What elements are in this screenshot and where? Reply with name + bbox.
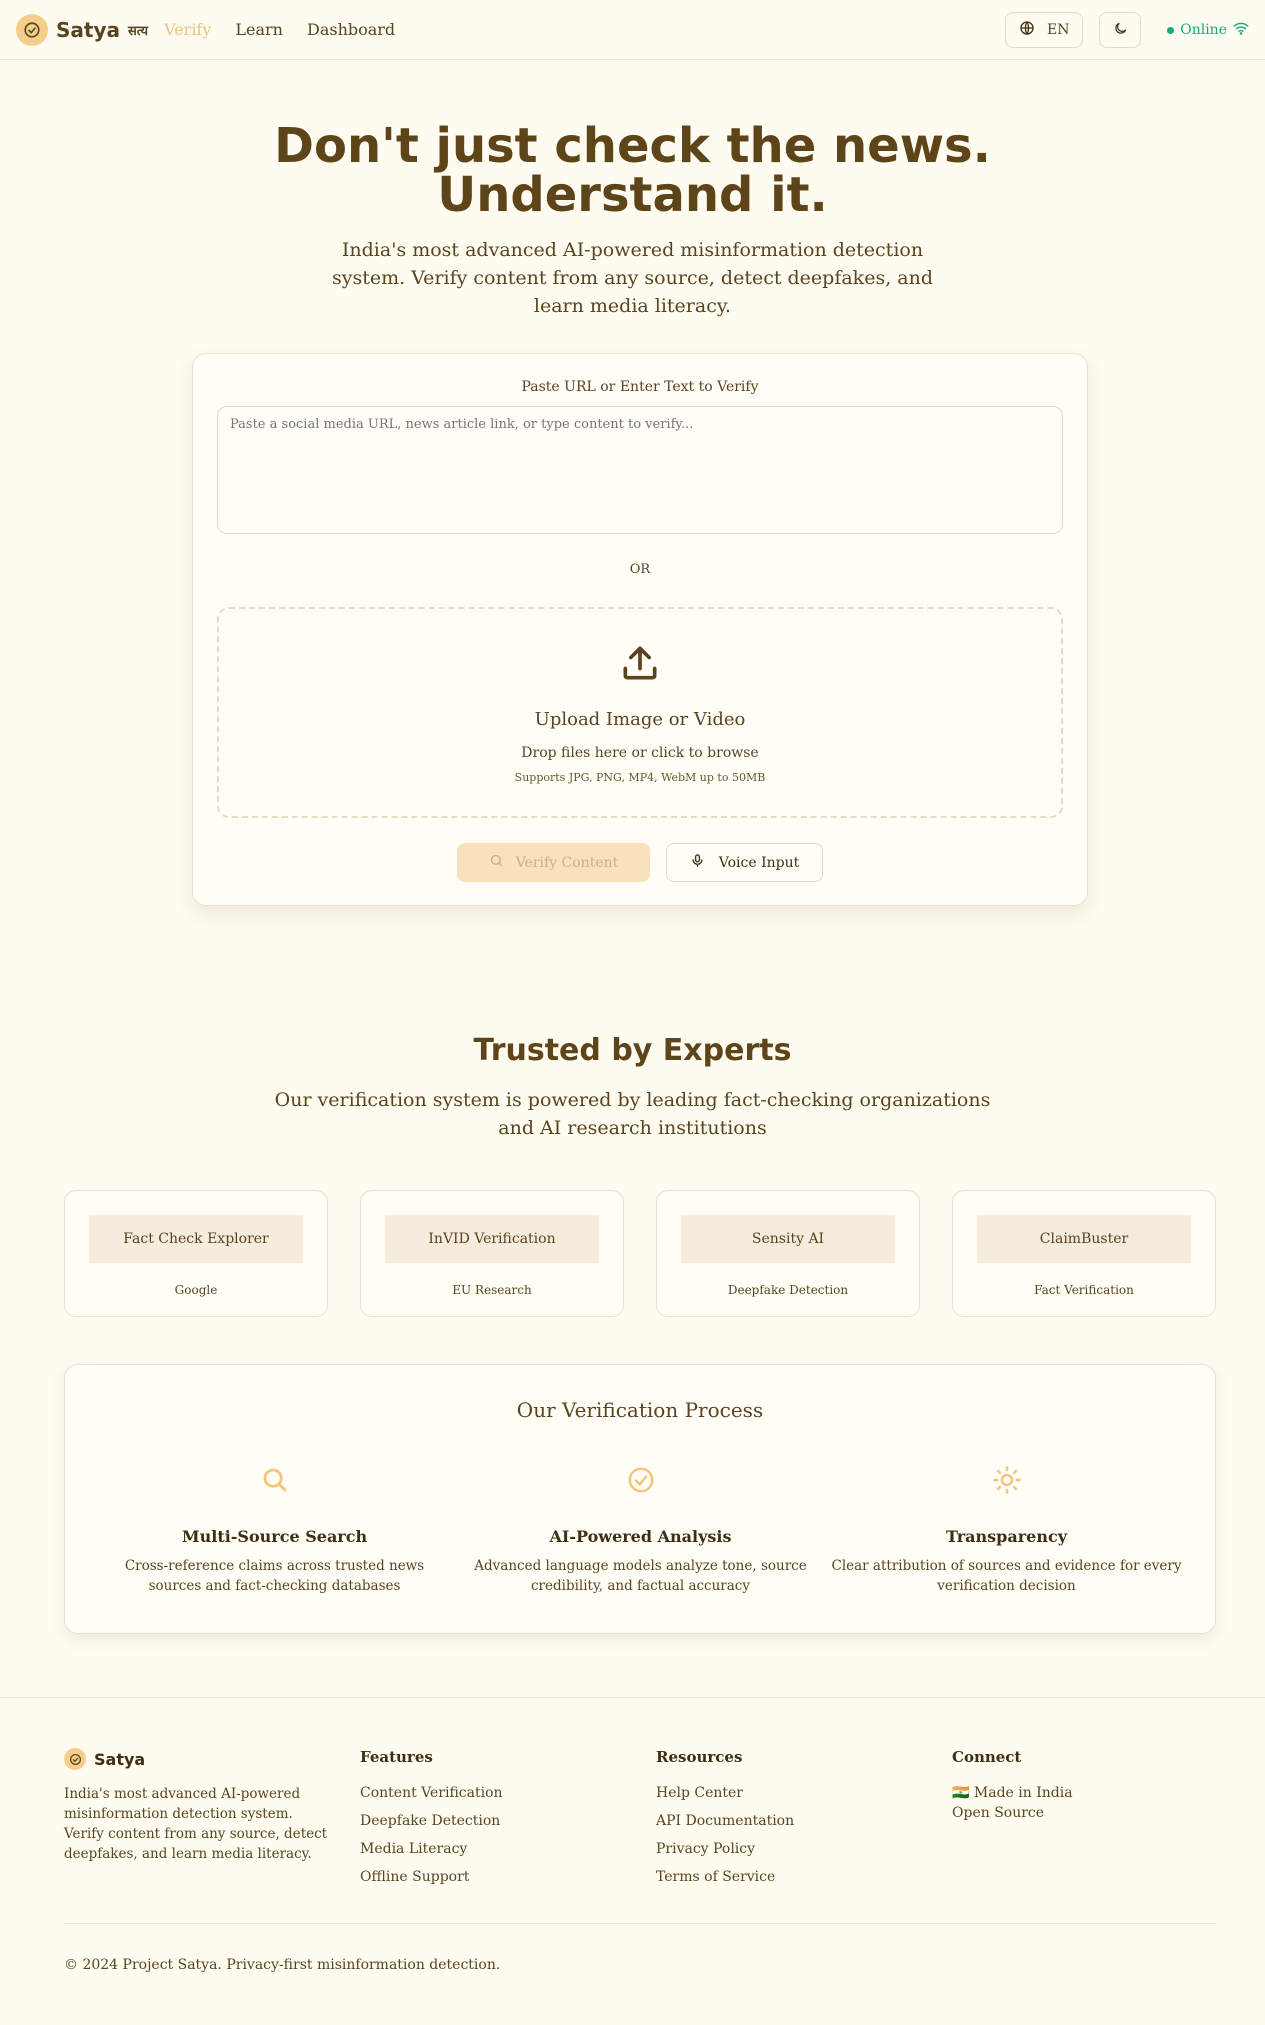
upload-title: Upload Image or Video (534, 709, 746, 730)
nav-link-learn[interactable]: Learn (235, 20, 283, 39)
footer-brand-name: Satya (94, 1749, 146, 1769)
logo-check-icon (64, 1748, 86, 1770)
nav-link-dashboard[interactable]: Dashboard (307, 20, 395, 39)
footer-link[interactable]: API Documentation (656, 1812, 926, 1830)
theme-toggle-button[interactable] (1099, 12, 1142, 48)
partner-org: EU Research (452, 1283, 532, 1297)
footer-link[interactable]: Deepfake Detection (360, 1812, 630, 1830)
upload-note: Supports JPG, PNG, MP4, WebM up to 50MB (514, 771, 766, 784)
footer-features-column: Features Content Verification Deepfake D… (360, 1748, 630, 1886)
process-step: AI-Powered Analysis Advanced language mo… (463, 1465, 818, 1596)
partner-card: Fact Check Explorer Google (64, 1190, 328, 1317)
wifi-icon (1233, 21, 1249, 39)
footer-link[interactable]: Help Center (656, 1784, 926, 1802)
verification-process-card: Our Verification Process Multi-Source Se… (64, 1364, 1216, 1634)
microphone-icon (690, 853, 705, 872)
check-circle-icon (463, 1465, 818, 1499)
hero-subtitle: India's most advanced AI-powered misinfo… (331, 239, 933, 317)
upload-dropzone[interactable]: Upload Image or Video Drop files here or… (217, 607, 1063, 818)
hero-title-line2: Understand it. (437, 167, 828, 223)
verify-text-input[interactable] (217, 406, 1063, 534)
brand-sub: सत्य (128, 23, 149, 39)
footer-link[interactable]: Terms of Service (656, 1868, 926, 1886)
verify-content-button[interactable]: Verify Content (457, 843, 650, 882)
footer-link[interactable]: Content Verification (360, 1784, 630, 1802)
process-step: Transparency Clear attribution of source… (829, 1465, 1184, 1596)
step-description: Advanced language models analyze tone, s… (474, 1558, 807, 1594)
upload-description: Drop files here or click to browse (521, 745, 759, 761)
search-icon (489, 853, 504, 872)
language-button[interactable]: EN (1005, 12, 1084, 48)
sun-icon (829, 1465, 1184, 1499)
upload-icon (219, 641, 1061, 685)
trusted-subtitle: Our verification system is powered by le… (274, 1089, 991, 1139)
step-title: AI-Powered Analysis (549, 1527, 732, 1546)
footer-divider (0, 1697, 1265, 1698)
nav-links: Verify Learn Dashboard (164, 20, 395, 39)
partner-org: Deepfake Detection (727, 1283, 849, 1297)
partner-card: InVID Verification EU Research (360, 1190, 624, 1317)
footer-brand: Satya (64, 1748, 334, 1770)
footer-link[interactable]: Media Literacy (360, 1840, 630, 1858)
footer-features-title: Features (360, 1748, 433, 1766)
partner-org: Google (174, 1283, 218, 1297)
process-title: Our Verification Process (516, 1398, 764, 1422)
step-description: Cross-reference claims across trusted ne… (124, 1558, 425, 1594)
status-dot (1167, 26, 1175, 34)
status-indicator: Online (1167, 21, 1249, 39)
step-description: Clear attribution of sources and evidenc… (831, 1558, 1182, 1594)
partner-card: ClaimBuster Fact Verification (952, 1190, 1216, 1317)
or-divider: OR (629, 562, 651, 577)
footer-resources-title: Resources (656, 1748, 743, 1766)
globe-icon (1019, 20, 1035, 40)
nav-right: EN Online (1005, 12, 1249, 48)
verify-card: Paste URL or Enter Text to Verify OR Upl… (192, 353, 1088, 906)
partner-name: Fact Check Explorer (89, 1215, 303, 1263)
partner-name: InVID Verification (385, 1215, 599, 1263)
hero-title-line1: Don't just check the news. (274, 118, 991, 174)
copyright: © 2024 Project Satya. Privacy-first misi… (64, 1957, 501, 1973)
footer-connect-column: Connect 🇮🇳 Made in India Open Source (952, 1748, 1222, 1822)
voice-input-button[interactable]: Voice Input (666, 843, 823, 882)
footer-description: India's most advanced AI-powered misinfo… (64, 1786, 328, 1862)
footer-resources-column: Resources Help Center API Documentation … (656, 1748, 926, 1886)
footer-connect-title: Connect (952, 1748, 1022, 1766)
verify-input-label: Paste URL or Enter Text to Verify (521, 379, 759, 395)
nav-link-verify[interactable]: Verify (164, 20, 211, 39)
footer-link[interactable]: Privacy Policy (656, 1840, 926, 1858)
footer-brand-column: Satya India's most advanced AI-powered m… (64, 1748, 334, 1864)
status-label: Online (1180, 22, 1227, 38)
logo-check-icon (16, 13, 48, 46)
footer-link[interactable]: Offline Support (360, 1868, 630, 1886)
partner-name: ClaimBuster (977, 1215, 1191, 1263)
language-label: EN (1046, 22, 1070, 38)
voice-input-label: Voice Input (718, 854, 800, 871)
brand-name: Satya (56, 17, 120, 42)
footer-bottom-divider (64, 1923, 1216, 1924)
partner-name: Sensity AI (681, 1215, 895, 1263)
trusted-title: Trusted by Experts (473, 1033, 792, 1068)
brand[interactable]: Satya सत्य (16, 13, 149, 46)
step-title: Transparency (945, 1527, 1067, 1546)
partner-org: Fact Verification (1034, 1283, 1134, 1297)
partner-card: Sensity AI Deepfake Detection (656, 1190, 920, 1317)
moon-icon (1113, 21, 1128, 40)
step-title: Multi-Source Search (181, 1527, 368, 1546)
process-step: Multi-Source Search Cross-reference clai… (97, 1465, 452, 1596)
footer-made-in-india: 🇮🇳 Made in India (952, 1785, 1073, 1801)
search-icon (97, 1465, 452, 1499)
hero-title: Don't just check the news. Understand it… (0, 122, 1265, 220)
top-nav: Satya सत्य Verify Learn Dashboard EN Onl… (0, 0, 1265, 60)
footer-open-source[interactable]: Open Source (952, 1804, 1222, 1822)
verify-content-label: Verify Content (515, 854, 619, 871)
